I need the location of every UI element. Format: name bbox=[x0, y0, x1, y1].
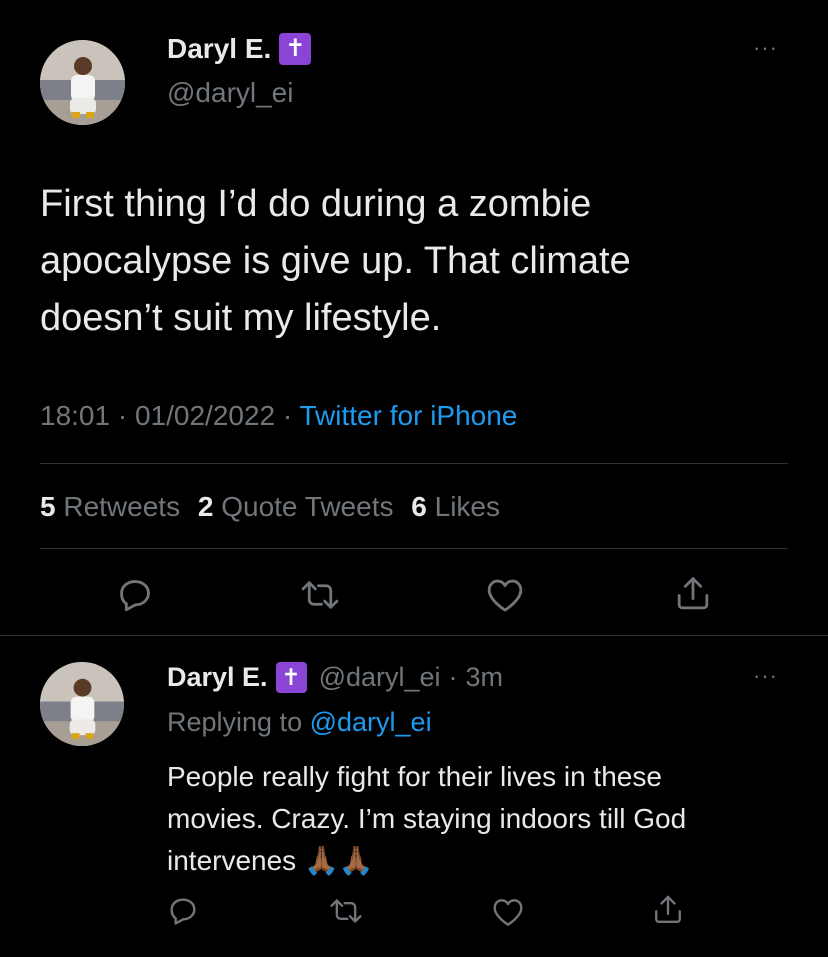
tweet-text: First thing I’d do during a zombie apoca… bbox=[40, 176, 800, 347]
author-handle[interactable]: @daryl_ei bbox=[167, 76, 293, 110]
avatar-photo bbox=[40, 40, 125, 125]
like-button[interactable] bbox=[492, 897, 524, 927]
more-options-icon[interactable]: ··· bbox=[753, 664, 778, 688]
divider bbox=[40, 463, 788, 464]
divider bbox=[0, 635, 828, 636]
reply-text-line-last: intervenes 🙏🏾🙏🏾 bbox=[167, 840, 807, 882]
retweets-stat[interactable]: 5 Retweets bbox=[40, 491, 180, 522]
reply-icon bbox=[170, 898, 196, 925]
quotes-stat[interactable]: 2 Quote Tweets bbox=[198, 491, 394, 522]
tweet-text-line: doesn’t suit my lifestyle. bbox=[40, 297, 442, 339]
replying-to: Replying to @daryl_ei bbox=[167, 705, 432, 739]
tweet-stats: 5 Retweets 2 Quote Tweets 6 Likes bbox=[40, 489, 500, 525]
tweet-text-line: apocalypse is give up. That climate bbox=[40, 240, 631, 282]
reply-text-line: movies. Crazy. I’m staying indoors till … bbox=[167, 803, 687, 834]
tweet-text-line: First thing I’d do during a zombie bbox=[40, 183, 592, 225]
reply-text: People really fight for their lives in t… bbox=[167, 756, 807, 882]
reply-icon bbox=[120, 580, 150, 612]
tweet-time[interactable]: 18:01 bbox=[40, 400, 110, 431]
reply-text-line: People really fight for their lives in t… bbox=[167, 761, 662, 792]
quotes-count: 2 bbox=[197, 491, 214, 522]
tweet-date[interactable]: 01/02/2022 bbox=[135, 400, 275, 431]
likes-label: Likes bbox=[434, 491, 500, 522]
tweet-source[interactable]: Twitter for iPhone bbox=[300, 400, 518, 431]
reply-button[interactable] bbox=[167, 895, 199, 927]
avatar[interactable] bbox=[40, 40, 125, 125]
praying-hands-emoji: 🙏🏾🙏🏾 bbox=[303, 845, 374, 876]
share-button[interactable] bbox=[674, 574, 712, 614]
likes-count: 6 bbox=[411, 491, 427, 522]
share-icon bbox=[655, 895, 681, 923]
reply-author-name[interactable]: Daryl E. bbox=[167, 662, 268, 693]
like-icon bbox=[487, 579, 523, 612]
more-options-icon[interactable]: ··· bbox=[753, 36, 778, 60]
like-button[interactable] bbox=[486, 577, 524, 613]
retweets-count: 5 bbox=[40, 491, 56, 522]
reply-separator: · bbox=[448, 661, 458, 692]
retweet-button[interactable] bbox=[329, 895, 363, 927]
meta-separator: · bbox=[117, 400, 128, 431]
author-name[interactable]: Daryl E. bbox=[167, 33, 271, 65]
reply-author-handle[interactable]: @daryl_ei bbox=[319, 662, 441, 693]
share-button[interactable] bbox=[652, 893, 684, 927]
retweets-label: Retweets bbox=[63, 491, 181, 522]
like-icon bbox=[493, 899, 523, 926]
share-icon bbox=[677, 577, 709, 610]
tweet-meta: 18:01 · 01/02/2022 · Twitter for iPhone bbox=[40, 398, 517, 434]
replying-to-prefix: Replying to bbox=[167, 707, 303, 737]
reply-age[interactable]: 3m bbox=[466, 662, 504, 693]
cross-badge-icon: ✝ bbox=[279, 33, 312, 65]
retweet-icon bbox=[330, 899, 362, 923]
quotes-label: Quote Tweets bbox=[221, 491, 394, 522]
avatar-photo bbox=[40, 662, 124, 746]
reply-button[interactable] bbox=[116, 576, 154, 614]
retweet-icon bbox=[301, 581, 339, 609]
reply-text-line: intervenes bbox=[167, 845, 297, 876]
cross-badge-icon: ✝ bbox=[275, 661, 307, 693]
likes-stat[interactable]: 6 Likes bbox=[411, 491, 500, 522]
meta-separator: · bbox=[282, 400, 293, 431]
divider bbox=[40, 548, 788, 549]
retweet-button[interactable] bbox=[300, 576, 340, 614]
replying-to-handle[interactable]: @daryl_ei bbox=[310, 707, 432, 737]
reply-avatar[interactable] bbox=[40, 662, 124, 746]
